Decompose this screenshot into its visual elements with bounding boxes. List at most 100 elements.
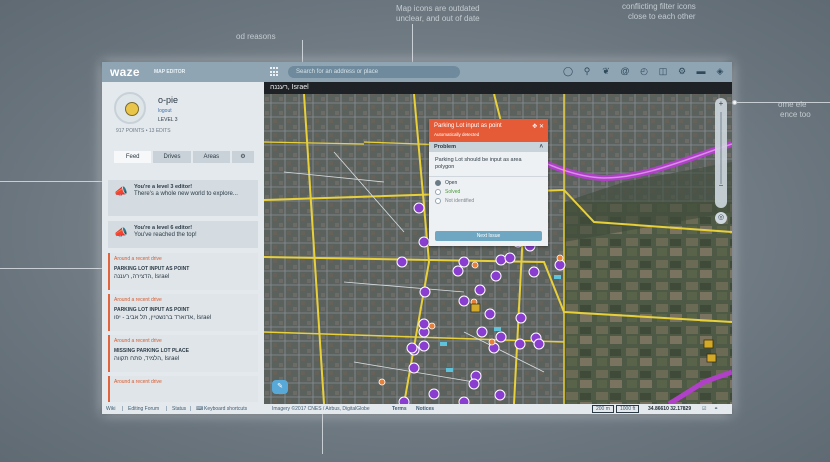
feed-card-text: There's a whole new world to explore... bbox=[134, 191, 238, 197]
wiki-link[interactable]: Wiki bbox=[106, 406, 115, 412]
status-label: Not identified bbox=[445, 198, 475, 204]
layers-icon[interactable]: ◈ bbox=[714, 65, 726, 78]
drive-alert[interactable]: Around a recent drive PARKING LOT INPUT … bbox=[108, 294, 258, 331]
lock-icon[interactable]: ☑ bbox=[702, 406, 706, 412]
terms-link[interactable]: Terms bbox=[392, 406, 407, 412]
tab-areas[interactable]: Areas bbox=[192, 151, 230, 163]
user-level: LEVEL 3 bbox=[158, 117, 178, 123]
alert-header: Around a recent drive bbox=[114, 297, 162, 303]
radio-button[interactable] bbox=[435, 180, 441, 186]
issue-subtitle: Automatically detected bbox=[434, 132, 480, 137]
alert-title: MISSING PARKING LOT PLACE bbox=[114, 348, 189, 354]
keyboard-shortcuts-link[interactable]: Keyboard shortcuts bbox=[204, 406, 247, 412]
annotation-close: close to each other bbox=[628, 12, 696, 21]
logo-subtitle: MAP EDITOR bbox=[154, 69, 186, 75]
save-icon[interactable]: ◫ bbox=[657, 65, 669, 78]
chevron-up-icon[interactable]: ˄ bbox=[539, 142, 543, 152]
chat-icon[interactable]: ◯ bbox=[562, 65, 574, 78]
search-input[interactable]: Search for an address or place bbox=[288, 66, 460, 78]
drive-alert[interactable]: Around a recent drive MISSING PARKING LO… bbox=[108, 335, 258, 372]
chat-bubble-icon[interactable]: ✎ bbox=[272, 380, 288, 394]
map-location-bar: רעננה, Israel bbox=[264, 82, 732, 94]
alert-header: Around a recent drive bbox=[114, 256, 162, 262]
problem-section-label: Problem bbox=[434, 144, 457, 150]
trash-icon[interactable]: ▬ bbox=[695, 65, 707, 78]
status-option-not-identified[interactable]: Not identified bbox=[429, 195, 548, 204]
footer-divider: | bbox=[190, 406, 192, 412]
annotation-line bbox=[0, 268, 116, 269]
next-issue-button[interactable]: Next Issue bbox=[435, 231, 542, 241]
scale-feet: 1000 ft bbox=[616, 405, 640, 413]
problem-description: Parking Lot should be input as area poly… bbox=[429, 152, 548, 177]
toolbar-icons: ◯ ⚲ ❦ @ ◴ ◫ ⚙ ▬ ◈ bbox=[562, 65, 726, 78]
feed-card: 📣 You're a level 3 editor! There's a who… bbox=[108, 180, 258, 216]
annotation-unclear: unclear, and out of date bbox=[396, 14, 480, 23]
notices-link[interactable]: Notices bbox=[416, 406, 434, 412]
annotation-map-icons: Map icons are outdated bbox=[396, 4, 480, 13]
issue-title: Parking Lot input as point bbox=[434, 123, 502, 129]
status-option-solved[interactable]: Solved bbox=[429, 186, 548, 195]
annotation-dot bbox=[732, 100, 737, 105]
close-icon[interactable]: ✕ bbox=[539, 124, 544, 130]
alert-header: Around a recent drive bbox=[114, 338, 162, 344]
annotation-too: ence too bbox=[780, 110, 811, 119]
alert-location: הלמיד, פתח תקווה, Israel bbox=[114, 356, 180, 362]
zoom-slider[interactable] bbox=[720, 112, 722, 184]
status-link[interactable]: Status bbox=[172, 406, 186, 412]
annotation-line bbox=[736, 102, 830, 103]
alert-header: Around a recent drive bbox=[114, 379, 162, 385]
footer-bar: Wiki | Editing Forum | Status | ⌨ Keyboa… bbox=[102, 404, 732, 414]
waze-logo[interactable]: waze bbox=[110, 65, 140, 79]
move-icon[interactable]: ✥ bbox=[532, 124, 537, 130]
user-points: 917 POINTS • 13 EDITS bbox=[116, 128, 171, 134]
editing-forum-link[interactable]: Editing Forum bbox=[128, 406, 159, 412]
map-coordinates: 34.86610 32.17829 bbox=[648, 406, 692, 412]
problem-section-header[interactable]: Problem ˄ bbox=[429, 142, 548, 152]
annotation-line bbox=[0, 181, 118, 182]
link-icon[interactable]: ⚭ bbox=[714, 406, 718, 412]
annotation-filter-icons: conflicting filter icons bbox=[622, 2, 696, 11]
locate-me-icon[interactable]: ◎ bbox=[715, 212, 727, 224]
status-label: Solved bbox=[445, 189, 461, 195]
status-label: Open bbox=[445, 180, 458, 186]
footer-divider: | bbox=[122, 406, 124, 412]
apps-grid-icon[interactable] bbox=[268, 65, 282, 79]
at-icon[interactable]: @ bbox=[619, 65, 631, 78]
scale-meters: 200 m bbox=[592, 405, 614, 413]
annotation-reasons: od reasons bbox=[236, 32, 276, 41]
footer-divider: | bbox=[166, 406, 168, 412]
zoom-control: + − bbox=[715, 98, 727, 208]
megaphone-icon: 📣 bbox=[114, 227, 128, 239]
status-option-open[interactable]: Open bbox=[429, 177, 548, 186]
map-canvas[interactable]: רעננה, Israel Parking Lot input as point… bbox=[264, 82, 732, 404]
waze-map-editor-window: waze MAP EDITOR Search for an address or… bbox=[102, 62, 732, 414]
tab-drives[interactable]: Drives bbox=[153, 151, 191, 163]
issue-header: Parking Lot input as point Automatically… bbox=[429, 119, 548, 142]
clock-icon[interactable]: ◴ bbox=[638, 65, 650, 78]
tab-feed[interactable]: Feed bbox=[114, 151, 152, 163]
zoom-in-button[interactable]: + bbox=[715, 98, 727, 110]
avatar[interactable] bbox=[114, 92, 146, 124]
issue-panel: Parking Lot input as point Automatically… bbox=[429, 119, 548, 246]
drive-alert[interactable]: Around a recent drive bbox=[108, 376, 258, 402]
tab-settings[interactable]: ⚙ bbox=[231, 151, 254, 163]
logout-link[interactable]: logout bbox=[158, 108, 172, 114]
car-icon[interactable]: ⚙ bbox=[676, 65, 688, 78]
drive-alert[interactable]: Around a recent drive PARKING LOT INPUT … bbox=[108, 253, 258, 290]
radio-button[interactable] bbox=[435, 189, 441, 195]
issue-controls: ✥ ✕ bbox=[532, 123, 544, 130]
feed-card: 📣 You're a level 6 editor! You've reache… bbox=[108, 221, 258, 248]
alert-location: אדוארד ברנשטיין, תל אביב - יפו, Israel bbox=[114, 315, 212, 321]
megaphone-icon: 📣 bbox=[114, 186, 128, 198]
keyboard-icon: ⌨ bbox=[196, 406, 204, 412]
place-icon[interactable]: ⚲ bbox=[581, 65, 593, 78]
username: o-pie bbox=[158, 95, 179, 105]
feed-card-text: You've reached the top! bbox=[134, 232, 197, 238]
sidebar: o-pie logout LEVEL 3 917 POINTS • 13 EDI… bbox=[102, 82, 264, 404]
radio-button[interactable] bbox=[435, 198, 441, 204]
leaf-icon[interactable]: ❦ bbox=[600, 65, 612, 78]
sidebar-tabs: Feed Drives Areas ⚙ bbox=[114, 151, 254, 163]
annotation-line bbox=[322, 410, 323, 454]
zoom-out-button[interactable]: − bbox=[715, 181, 727, 190]
alert-title: PARKING LOT INPUT AS POINT bbox=[114, 266, 190, 272]
